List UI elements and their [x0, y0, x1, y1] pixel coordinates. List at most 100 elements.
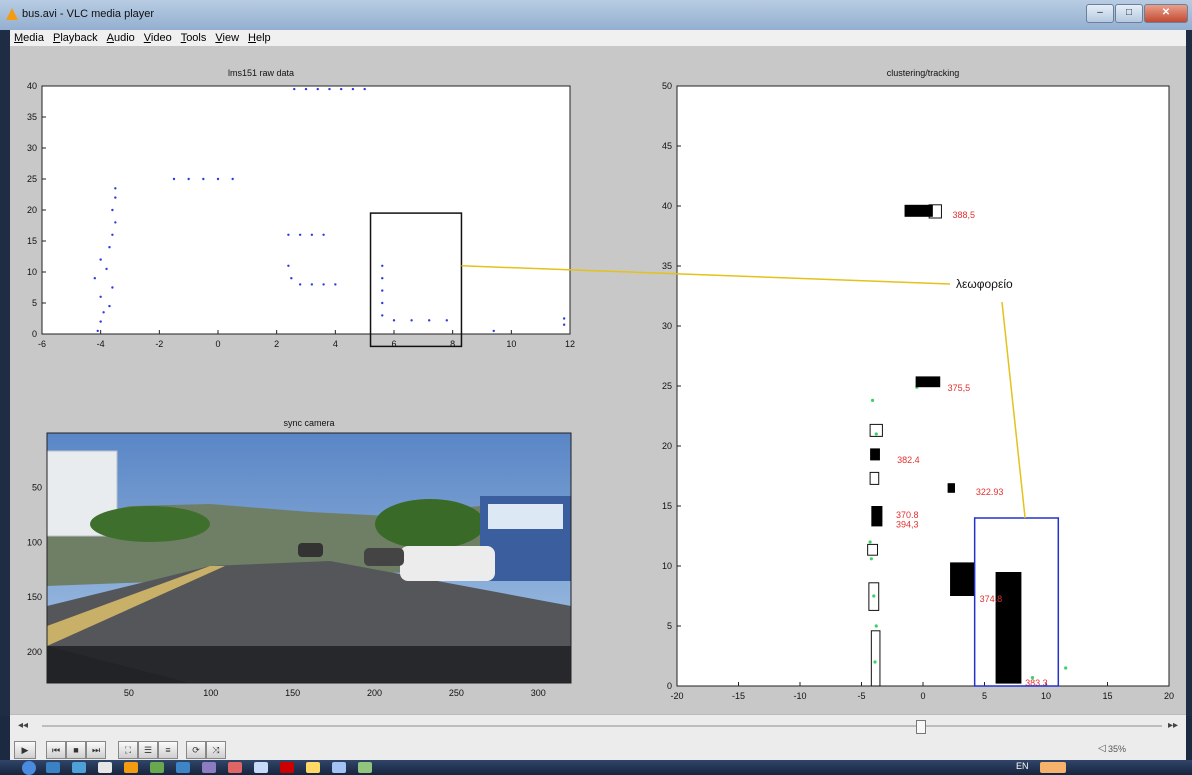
track-point	[870, 398, 875, 402]
taskbar-app-icon[interactable]	[280, 762, 294, 773]
scan-point	[304, 87, 308, 91]
tray-vlc-icon[interactable]	[1040, 762, 1066, 773]
scan-point	[392, 319, 396, 322]
tracked-object-box	[870, 448, 880, 461]
scan-point	[492, 329, 495, 333]
scan-point	[328, 87, 331, 91]
taskbar-app-icon[interactable]	[228, 762, 242, 773]
x-tick-label: -6	[38, 339, 46, 349]
speaker-icon[interactable]: ◁	[1098, 743, 1106, 754]
x-tick-label: 250	[449, 688, 464, 698]
x-tick-label: 300	[531, 688, 546, 698]
y-tick-label: 20	[662, 441, 672, 451]
camera-plot: sync camera 50 100 150 200 250 300501001…	[27, 418, 572, 698]
scan-point	[381, 289, 384, 292]
seek-back-label: ◂◂	[18, 720, 29, 731]
menu-tools[interactable]: Tools	[181, 32, 207, 44]
scan-point	[111, 233, 114, 236]
x-tick-label: 20	[1164, 691, 1174, 701]
x-tick-label: 0	[215, 339, 220, 349]
video-frame: lms151 raw data -6 -4 -2 0 2 4 6 8 10 12051015202…	[27, 68, 1174, 701]
scan-point	[316, 87, 319, 91]
menu-audio[interactable]: Audio	[107, 32, 135, 44]
video-area[interactable]: lms151 raw data -6 -4 -2 0 2 4 6 8 10 12 0 5 10 15 20 2…	[10, 46, 1186, 714]
explorer-icon[interactable]	[46, 762, 60, 773]
volume-level: 35%	[1108, 744, 1127, 754]
scan-point	[99, 258, 102, 261]
tracked-object-box	[915, 376, 941, 388]
seek-slider-handle[interactable]	[915, 720, 926, 734]
camera-image	[46, 433, 571, 683]
playlist-icon[interactable]: ☰	[138, 741, 158, 759]
loop-icon[interactable]: ⟳	[186, 741, 206, 759]
y-tick-label: 5	[667, 621, 672, 631]
annotation-label: λεωφορείο	[956, 277, 1013, 291]
track-point	[868, 540, 872, 544]
shuffle-icon[interactable]: ⤨	[206, 741, 226, 759]
extended-settings-icon[interactable]: ≡	[158, 741, 178, 759]
vlc-taskbar-icon[interactable]	[124, 762, 138, 773]
track-point	[869, 557, 873, 561]
scan-point	[111, 286, 114, 289]
close-button[interactable]: ✕	[1144, 4, 1188, 23]
scan-point	[381, 264, 384, 267]
player-controls: ▶ ⏮ ■ ⏭ ⛶ ☰ ≡ ⟳ ⤨ ◁ 35%	[10, 738, 1186, 760]
y-tick-label: 50	[662, 81, 672, 91]
taskbar-app-icon[interactable]	[358, 762, 372, 773]
track-point	[872, 594, 876, 598]
menu-bar: Media Playback Audio Video Tools View He…	[10, 30, 1186, 46]
scan-point	[290, 277, 293, 280]
seek-track[interactable]	[42, 725, 1162, 727]
x-tick-label: 10	[506, 339, 516, 349]
taskbar-app-icon[interactable]	[306, 762, 320, 773]
taskbar-app-icon[interactable]	[72, 762, 86, 773]
window-title: bus.avi - VLC media player	[22, 8, 155, 20]
track-id-label: 374.8	[980, 594, 1003, 604]
y-tick-label: 0	[667, 681, 672, 691]
scan-point	[287, 264, 290, 267]
language-indicator[interactable]: EN	[1016, 761, 1029, 771]
menu-media[interactable]: Media	[14, 32, 44, 44]
scan-point	[287, 233, 290, 236]
x-tick-label: 4	[333, 339, 338, 349]
scan-point	[298, 283, 302, 286]
menu-view[interactable]: View	[215, 32, 239, 44]
vlc-cone-icon	[6, 8, 18, 20]
taskbar-app-icon[interactable]	[98, 762, 112, 773]
menu-playback[interactable]: Playback	[53, 32, 98, 44]
scan-point	[99, 320, 102, 323]
next-icon[interactable]: ⏭	[86, 741, 106, 759]
title-bar: bus.avi - VLC media player – □ ✕	[0, 0, 1192, 30]
fullscreen-icon[interactable]: ⛶	[118, 741, 138, 759]
play-icon[interactable]: ▶	[14, 741, 36, 759]
y-tick-label: 35	[662, 261, 672, 271]
menu-video[interactable]: Video	[144, 32, 172, 44]
scan-point	[363, 87, 366, 91]
start-orb-icon[interactable]	[22, 761, 36, 775]
scan-point	[231, 177, 234, 181]
taskbar-app-icon[interactable]	[176, 762, 190, 773]
taskbar-app-icon[interactable]	[202, 762, 216, 773]
x-tick-label: 2	[274, 339, 279, 349]
y-tick-label: 30	[662, 321, 672, 331]
previous-icon[interactable]: ⏮	[46, 741, 66, 759]
taskbar-app-icon[interactable]	[254, 762, 268, 773]
taskbar-app-icon[interactable]	[332, 762, 346, 773]
scan-point	[108, 304, 111, 308]
scan-point	[310, 233, 314, 236]
taskbar-app-icon[interactable]	[150, 762, 164, 773]
x-tick-label: 50	[124, 688, 134, 698]
x-tick-label: 10	[1041, 691, 1051, 701]
maximize-button[interactable]: □	[1115, 4, 1143, 23]
scan-point	[322, 233, 325, 236]
minimize-button[interactable]: –	[1086, 4, 1114, 23]
x-tick-label: 200	[367, 688, 382, 698]
scan-point	[114, 196, 117, 199]
seek-bar[interactable]: ◂◂ ▸▸	[10, 714, 1186, 739]
track-id-label: 394,3	[896, 520, 919, 530]
y-tick-label: 10	[27, 267, 37, 277]
scan-point	[445, 319, 448, 322]
track-id-label: 382.4	[897, 455, 920, 465]
stop-icon[interactable]: ■	[66, 741, 86, 759]
menu-help[interactable]: Help	[248, 32, 271, 44]
